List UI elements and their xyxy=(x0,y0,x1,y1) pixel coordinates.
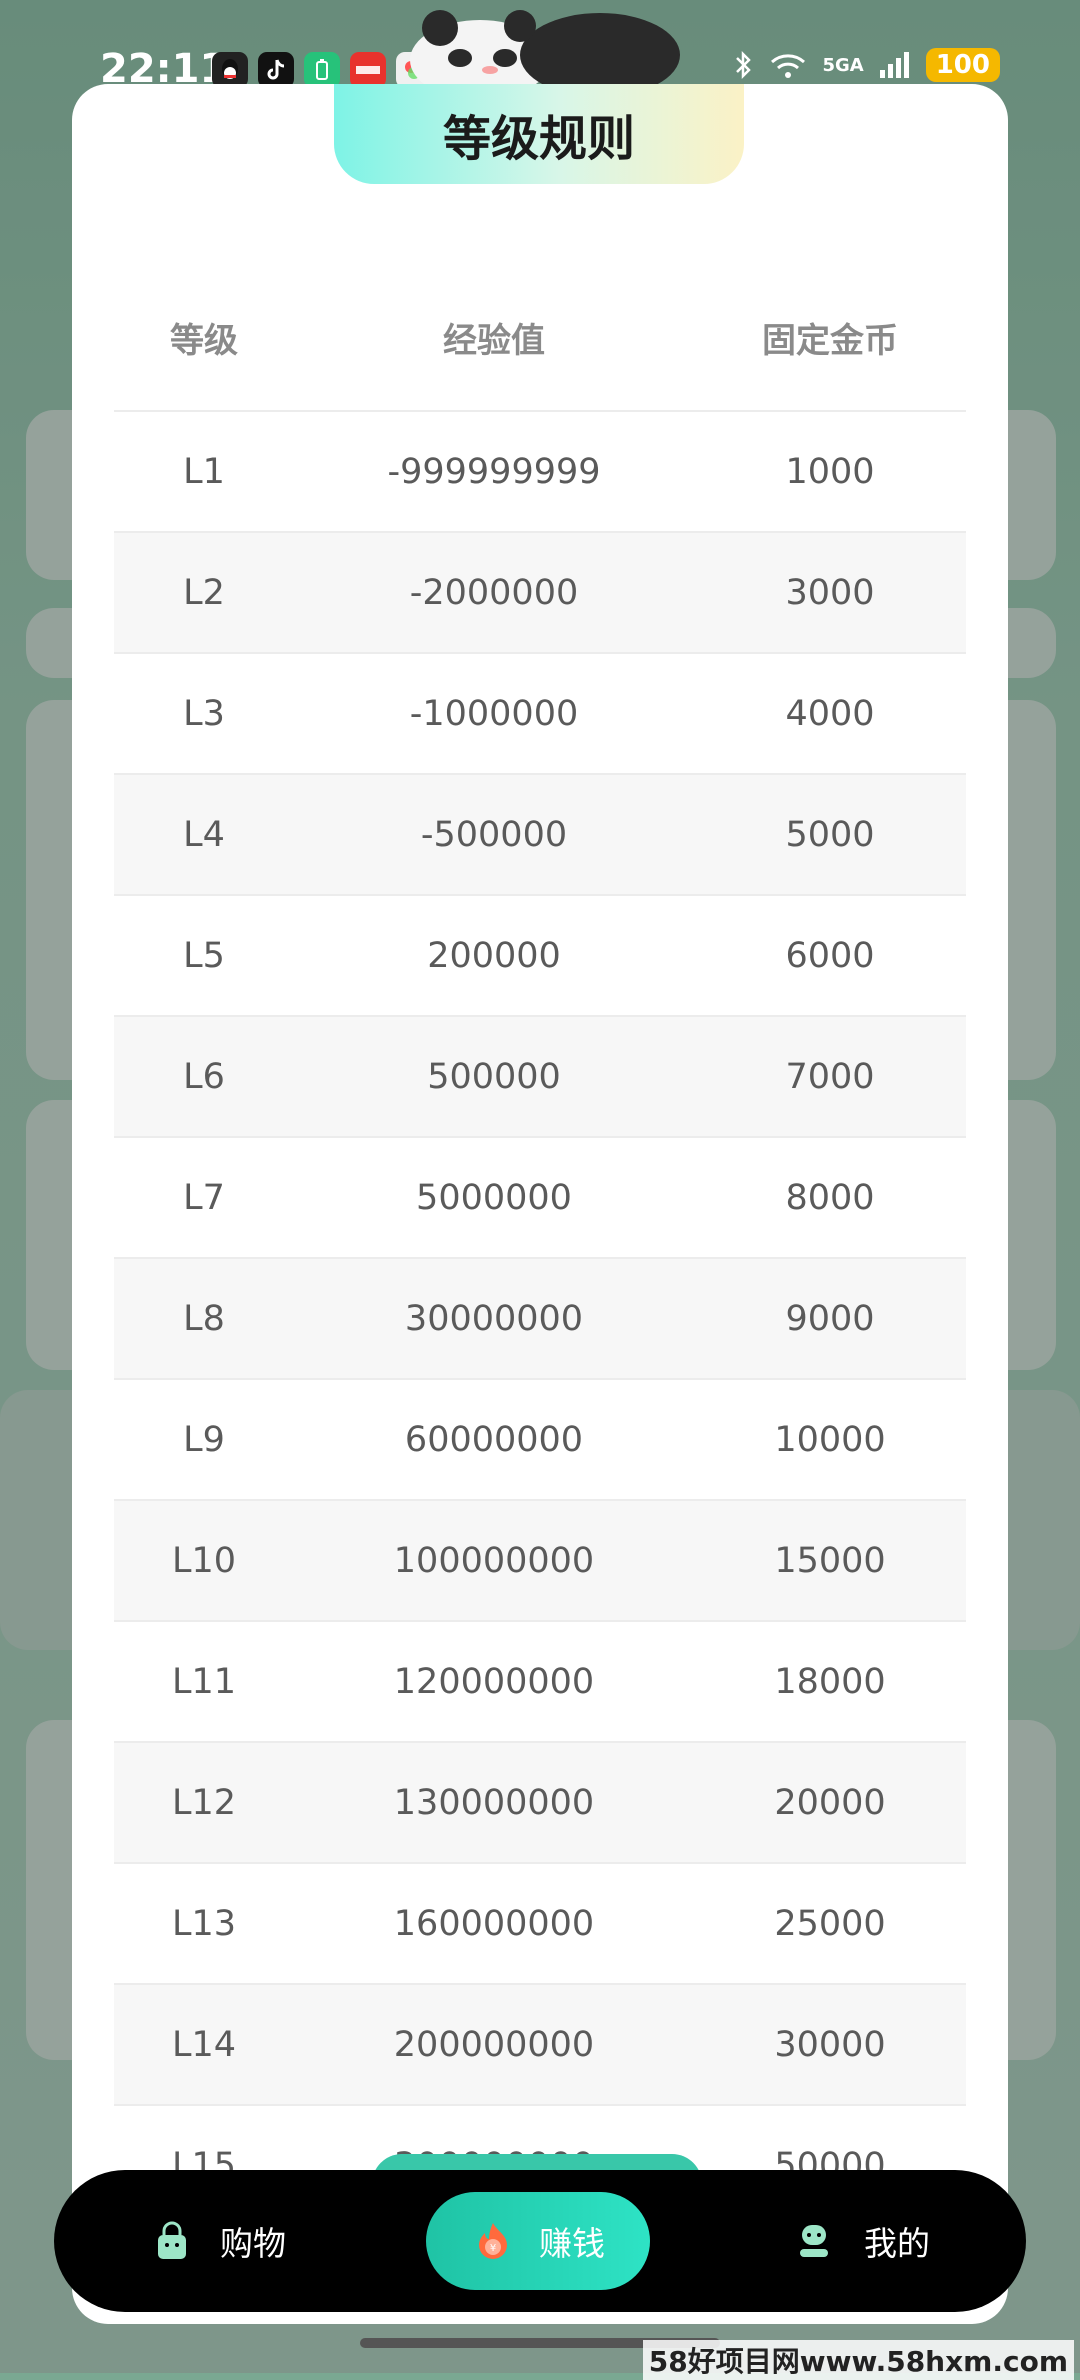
table-row: L4 -500000 5000 xyxy=(114,775,966,896)
panda-mascot-icon xyxy=(410,10,680,90)
cell-experience: 200000 xyxy=(427,935,561,976)
table-row: L7 5000000 8000 xyxy=(114,1138,966,1259)
cell-level: L3 xyxy=(183,693,225,734)
column-header-level: 等级 xyxy=(170,320,238,361)
cell-level: L13 xyxy=(171,1903,237,1944)
cell-experience: -2000000 xyxy=(409,572,579,613)
table-body: L1 -999999999 1000 L2 -2000000 3000 L3 -1000000… xyxy=(114,412,966,2227)
nav-earn-label: 赚钱 xyxy=(539,2224,605,2263)
shopping-bag-icon xyxy=(158,2221,186,2259)
cell-experience: 120000000 xyxy=(393,1661,595,1702)
cell-coins: 9000 xyxy=(785,1298,875,1339)
bluetooth-icon xyxy=(736,50,752,80)
level-rules-modal: 等级规则 等级 经验值 固定金币 L1 -999999999 1000 L2 -2000… xyxy=(72,84,1008,2324)
network-label: 5GA xyxy=(822,54,864,76)
status-right: 5GA 100 xyxy=(734,48,1000,82)
cell-coins: 8000 xyxy=(785,1177,875,1218)
signal-icon xyxy=(879,52,909,78)
cell-coins: 25000 xyxy=(774,1903,886,1944)
cell-experience: 160000000 xyxy=(393,1903,595,1944)
cell-experience: 30000000 xyxy=(404,1298,584,1339)
cell-experience: -999999999 xyxy=(387,451,601,492)
cell-level: L8 xyxy=(183,1298,225,1339)
cell-coins: 18000 xyxy=(774,1661,886,1702)
bottom-nav: 购物 ¥ 赚钱 我的 xyxy=(54,2170,1026,2312)
cell-coins: 5000 xyxy=(785,814,875,855)
cell-coins: 7000 xyxy=(785,1056,875,1097)
cell-level: L12 xyxy=(171,1782,237,1823)
cell-experience: -1000000 xyxy=(409,693,579,734)
table-row: L1 -999999999 1000 xyxy=(114,412,966,533)
cell-coins: 3000 xyxy=(785,572,875,613)
cell-experience: 200000000 xyxy=(393,2024,595,2065)
toutiao-icon xyxy=(350,52,386,88)
nav-shop-label: 购物 xyxy=(220,2224,286,2263)
level-rules-table: 等级 经验值 固定金币 L1 -999999999 1000 L2 -2000000 30… xyxy=(114,264,966,2227)
table-row: L12 130000000 20000 xyxy=(114,1743,966,1864)
cell-experience: -500000 xyxy=(420,814,568,855)
table-row: L2 -2000000 3000 xyxy=(114,533,966,654)
wifi-icon xyxy=(771,54,806,78)
qq-icon xyxy=(212,52,248,88)
cell-level: L1 xyxy=(183,451,225,492)
cell-level: L7 xyxy=(183,1177,225,1218)
table-row: L6 500000 7000 xyxy=(114,1017,966,1138)
cell-experience: 100000000 xyxy=(393,1540,595,1581)
table-row: L10 100000000 15000 xyxy=(114,1501,966,1622)
tiktok-icon xyxy=(258,52,294,88)
cell-coins: 20000 xyxy=(774,1782,886,1823)
cell-level: L4 xyxy=(183,814,225,855)
cell-experience: 130000000 xyxy=(393,1782,595,1823)
cell-level: L14 xyxy=(171,2024,237,2065)
cell-level: L6 xyxy=(183,1056,225,1097)
cell-level: L11 xyxy=(171,1661,237,1702)
cell-coins: 4000 xyxy=(785,693,875,734)
fire-coin-icon: ¥ xyxy=(479,2223,507,2259)
cell-coins: 15000 xyxy=(774,1540,886,1581)
cell-level: L9 xyxy=(183,1419,225,1460)
column-header-experience: 经验值 xyxy=(443,320,545,361)
cell-coins: 6000 xyxy=(785,935,875,976)
table-header: 等级 经验值 固定金币 xyxy=(114,264,966,412)
nav-mine[interactable]: 我的 xyxy=(794,2170,930,2312)
table-row: L11 120000000 18000 xyxy=(114,1622,966,1743)
cell-experience: 500000 xyxy=(427,1056,561,1097)
status-notification-icons xyxy=(212,52,432,88)
cell-experience: 5000000 xyxy=(416,1177,572,1218)
column-header-coins: 固定金币 xyxy=(762,320,898,361)
battery-level: 100 xyxy=(925,48,1000,82)
watermark: 58好项目网www.58hxm.com xyxy=(642,2340,1074,2380)
cell-level: L10 xyxy=(171,1540,237,1581)
table-row: L13 160000000 25000 xyxy=(114,1864,966,1985)
modal-title: 等级规则 xyxy=(334,84,744,184)
nav-mine-label: 我的 xyxy=(864,2224,930,2263)
cell-coins: 30000 xyxy=(774,2024,886,2065)
battery-app-icon xyxy=(304,52,340,88)
table-row: L3 -1000000 4000 xyxy=(114,654,966,775)
cell-level: L5 xyxy=(183,935,225,976)
cell-coins: 10000 xyxy=(774,1419,886,1460)
nav-shop[interactable]: 购物 xyxy=(154,2170,286,2312)
profile-icon xyxy=(800,2225,828,2257)
nav-earn[interactable]: ¥ 赚钱 xyxy=(426,2192,650,2290)
table-row: L5 200000 6000 xyxy=(114,896,966,1017)
table-row: L8 30000000 9000 xyxy=(114,1259,966,1380)
svg-text:¥: ¥ xyxy=(490,2243,496,2254)
table-row: L9 60000000 10000 xyxy=(114,1380,966,1501)
table-row: L14 200000000 30000 xyxy=(114,1985,966,2106)
cell-level: L2 xyxy=(183,572,225,613)
cell-coins: 1000 xyxy=(785,451,875,492)
cell-experience: 60000000 xyxy=(404,1419,584,1460)
